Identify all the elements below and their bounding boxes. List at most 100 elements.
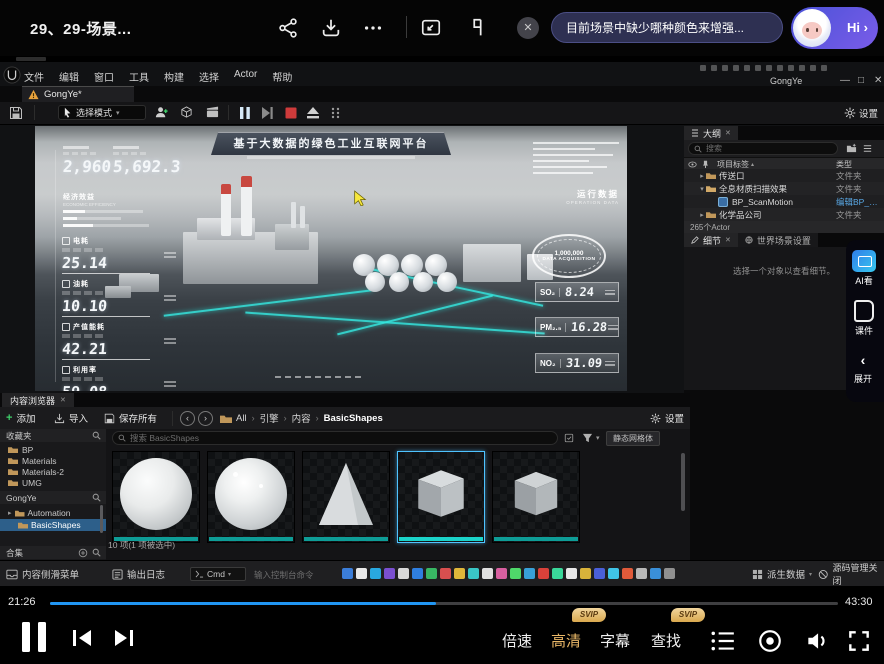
taskbar-app-icon[interactable]	[650, 568, 661, 579]
forward-button[interactable]: ›	[198, 411, 213, 426]
taskbar-app-icon[interactable]	[636, 568, 647, 579]
favorite-item[interactable]: Materials	[0, 455, 106, 466]
tree-item-basicshapes[interactable]: BasicShapes	[0, 519, 106, 531]
ai-watch-button[interactable]: AI看	[852, 250, 876, 287]
taskbar-app-icon[interactable]	[398, 568, 409, 579]
taskbar-app-icon[interactable]	[566, 568, 577, 579]
crumb-basicshapes[interactable]: BasicShapes	[324, 413, 383, 424]
tree-scrollbar[interactable]	[100, 505, 103, 533]
save-search-icon[interactable]	[564, 433, 574, 443]
asset-tile-sphere[interactable]	[112, 451, 200, 543]
taskbar-app-icon[interactable]	[468, 568, 479, 579]
viewport-settings-button[interactable]: 设置	[844, 106, 878, 120]
cinematics-icon[interactable]	[206, 106, 219, 119]
audio-mode-icon[interactable]	[466, 17, 488, 39]
save-all-button[interactable]: 保存所有	[104, 407, 157, 429]
taskbar-app-icon[interactable]	[538, 568, 549, 579]
visibility-icon[interactable]	[688, 161, 697, 168]
menu-file[interactable]: 文件	[24, 69, 44, 84]
play-options-icon[interactable]	[330, 106, 342, 120]
taskbar-app-icon[interactable]	[524, 568, 535, 579]
pause-playback-button[interactable]	[20, 622, 48, 652]
column-item-label[interactable]: 项目标签	[717, 159, 749, 170]
taskbar-app-icon[interactable]	[426, 568, 437, 579]
filter-caret[interactable]: ▾	[596, 434, 600, 442]
source-control-button[interactable]: 源码管理关闭	[818, 561, 884, 587]
favorite-item[interactable]: Materials-2	[0, 466, 106, 477]
menu-build[interactable]: 构建	[164, 69, 184, 84]
frame-skip-button[interactable]	[260, 106, 274, 120]
taskbar-app-icon[interactable]	[496, 568, 507, 579]
taskbar-app-icon[interactable]	[552, 568, 563, 579]
back-button[interactable]: ‹	[180, 411, 195, 426]
pause-button[interactable]	[238, 106, 252, 120]
project-header[interactable]: GongYe	[0, 491, 106, 504]
miniplayer-icon[interactable]	[420, 17, 442, 39]
volume-icon[interactable]	[804, 628, 830, 654]
crumb-content[interactable]: 内容	[292, 411, 311, 425]
close-tab-icon[interactable]: ✕	[725, 236, 731, 244]
progress-bar[interactable]	[50, 602, 838, 605]
playback-speed-button[interactable]: 倍速	[502, 630, 532, 651]
search-icon[interactable]	[92, 548, 101, 557]
menu-select[interactable]: 选择	[199, 69, 219, 84]
menu-tools[interactable]: 工具	[129, 69, 149, 84]
eject-button[interactable]	[306, 106, 320, 120]
asset-tile-sphere-shiny[interactable]	[207, 451, 295, 543]
share-icon[interactable]	[277, 17, 299, 39]
find-button[interactable]: 查找	[651, 630, 681, 651]
taskbar-app-icon[interactable]	[454, 568, 465, 579]
taskbar-app-icon[interactable]	[664, 568, 675, 579]
next-episode-button[interactable]	[112, 626, 136, 650]
search-icon[interactable]	[92, 431, 101, 440]
crumb-all[interactable]: All	[236, 413, 247, 424]
outliner-row-folder[interactable]: ▸ 传送口 文件夹	[684, 169, 884, 182]
taskbar-app-icon[interactable]	[580, 568, 591, 579]
outliner-search-input[interactable]: 搜索	[688, 142, 838, 155]
level-viewport[interactable]: 基于大数据的绿色工业互联网平台 2,960 5,692.3 经济效益 ECONO…	[35, 126, 627, 391]
outliner-options-icon[interactable]	[862, 143, 873, 154]
tree-item-automation[interactable]: ▸ Automation	[0, 507, 106, 519]
new-folder-icon[interactable]	[846, 143, 857, 154]
outliner-row-folder[interactable]: ▸ 化学品公司 文件夹	[684, 208, 884, 221]
playlist-icon[interactable]	[710, 630, 736, 652]
outliner-row-blueprint[interactable]: BP_ScanMotion 编辑BP_Scan	[684, 195, 884, 208]
output-log-button[interactable]: 输出日志	[112, 561, 165, 587]
taskbar-app-icon[interactable]	[384, 568, 395, 579]
save-icon[interactable]	[9, 106, 23, 120]
blueprints-icon[interactable]	[180, 106, 193, 119]
previous-episode-button[interactable]	[70, 626, 94, 650]
minimize-button[interactable]: —	[840, 75, 850, 86]
courseware-button[interactable]: 课件	[854, 300, 874, 337]
menu-help[interactable]: 帮助	[272, 69, 292, 84]
stop-button[interactable]	[284, 106, 298, 120]
menu-window[interactable]: 窗口	[94, 69, 114, 84]
outliner-row-folder[interactable]: ▾ 全息材质扫描效果 文件夹	[684, 182, 884, 195]
content-drawer-button[interactable]: 内容侧滑菜单	[6, 561, 79, 587]
close-tab-icon[interactable]: ✕	[60, 396, 66, 404]
search-icon[interactable]	[92, 493, 101, 502]
taskbar-app-icon[interactable]	[622, 568, 633, 579]
derived-data-button[interactable]: 派生数据 ▾	[752, 561, 812, 587]
maximize-button[interactable]: □	[858, 75, 864, 86]
tab-outliner[interactable]: 大纲 ✕	[684, 126, 738, 140]
tab-world-settings[interactable]: 世界场景设置	[738, 233, 818, 247]
favorite-item[interactable]: BP	[0, 444, 106, 455]
taskbar-app-icon[interactable]	[440, 568, 451, 579]
taskbar-app-icon[interactable]	[342, 568, 353, 579]
ai-question-pill[interactable]: 目前场景中缺少哪种颜色来增强...	[551, 12, 783, 43]
asset-scrollbar[interactable]	[681, 453, 685, 511]
console-type-dropdown[interactable]: Cmd ▾	[190, 567, 246, 581]
filter-badge-static-mesh[interactable]: 静态网格体	[606, 431, 660, 446]
quality-button[interactable]: 高清	[551, 630, 581, 651]
taskbar-app-icon[interactable]	[482, 568, 493, 579]
asset-tile-cube-selected[interactable]	[397, 451, 485, 543]
dismiss-question-button[interactable]: ✕	[517, 17, 539, 39]
asset-search-input[interactable]: 搜索 BasicShapes	[112, 431, 558, 445]
close-tab-icon[interactable]: ✕	[725, 129, 731, 137]
favorites-header[interactable]: 收藏夹	[0, 429, 106, 442]
add-button[interactable]: + 添加	[6, 407, 35, 429]
taskbar-app-icon[interactable]	[608, 568, 619, 579]
taskbar-app-icon[interactable]	[594, 568, 605, 579]
ai-assistant-button[interactable]: Hi ›	[791, 7, 878, 49]
